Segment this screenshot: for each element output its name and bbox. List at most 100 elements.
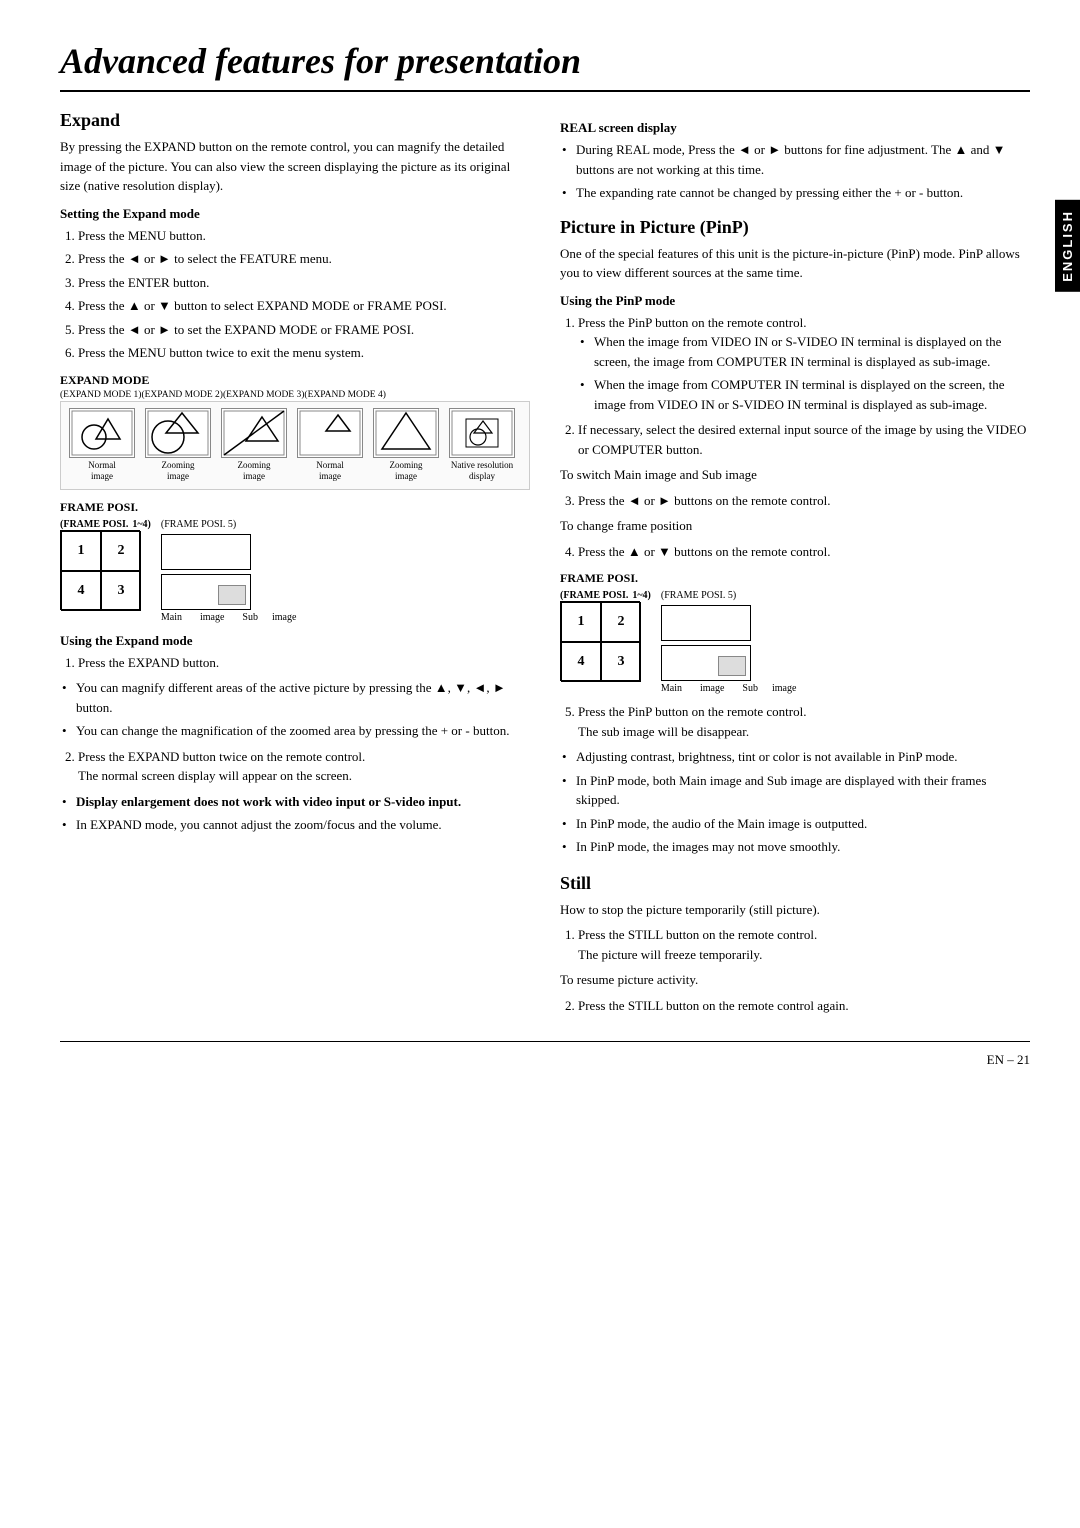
- fp-sublabels: (FRAME POSI. 1~4): [60, 519, 151, 530]
- change-frame-step: Press the ▲ or ▼ buttons on the remote c…: [578, 542, 1030, 562]
- step-3: Press the ENTER button.: [78, 273, 530, 293]
- expand-intro: By pressing the EXPAND button on the rem…: [60, 137, 530, 196]
- pinp-title: Picture in Picture (PinP): [560, 217, 1030, 238]
- using-bullet-2: You can change the magnification of the …: [60, 721, 530, 741]
- page-title: Advanced features for presentation: [60, 40, 1030, 92]
- frame-posi-layout-pinp: (FRAME POSI. 1~4) 1 2 4 3 (FRAME PO: [560, 590, 1030, 694]
- expand-mode-diagram: EXPAND MODE (EXPAND MODE 1) (EXPAND MODE…: [60, 373, 530, 490]
- pinp-end-bullet-1: Adjusting contrast, brightness, tint or …: [560, 747, 1030, 767]
- mode-5-caption: Zooming image: [390, 460, 423, 483]
- fp-sub-row-pinp: [661, 645, 797, 681]
- setting-expand-title: Setting the Expand mode: [60, 206, 530, 222]
- mode-1-svg: [70, 409, 134, 457]
- using-step-1: Press the EXPAND button.: [78, 653, 530, 673]
- frame-cell-2: 2: [101, 531, 141, 571]
- real-screen-title: REAL screen display: [560, 120, 1030, 136]
- expand-mode-2: Zooming image: [143, 408, 213, 483]
- using-steps: Press the EXPAND button.: [78, 653, 530, 673]
- mode-1-caption: Normal image: [88, 460, 116, 483]
- fp-sub-small: [218, 585, 246, 605]
- fp-captions-pinp: Main image Sub image: [661, 683, 797, 694]
- expand-mode-6: Native resolution display: [447, 408, 517, 483]
- pinp-step-1: Press the PinP button on the remote cont…: [578, 313, 1030, 415]
- mode-3-svg: [222, 409, 286, 457]
- fp-right-boxes-pinp: [661, 605, 797, 681]
- still-title: Still: [560, 873, 1030, 894]
- mode-5-svg: [374, 409, 438, 457]
- mode-3-caption: Zooming image: [238, 460, 271, 483]
- real-screen-bullets: During REAL mode, Press the ◄ or ► butto…: [560, 140, 1030, 203]
- pinp-bullet-1: When the image from VIDEO IN or S-VIDEO …: [578, 332, 1030, 371]
- still-steps: Press the STILL button on the remote con…: [578, 925, 1030, 964]
- pinp-section: Picture in Picture (PinP) One of the spe…: [560, 217, 1030, 857]
- real-bullet-2: The expanding rate cannot be changed by …: [560, 183, 1030, 203]
- pinp-steps: Press the PinP button on the remote cont…: [578, 313, 1030, 460]
- pinp-frame-cell-4: 4: [561, 642, 601, 682]
- using-step-2: Press the EXPAND button twice on the rem…: [78, 747, 530, 786]
- frame-cell-1: 1: [61, 531, 101, 571]
- using-bullet-1: You can magnify different areas of the a…: [60, 678, 530, 717]
- frame-grid-left: 1 2 4 3: [60, 530, 140, 610]
- expand-mode-4: Normal image: [295, 408, 365, 483]
- page: Advanced features for presentation Expan…: [0, 0, 1080, 1528]
- using-expand-title: Using the Expand mode: [60, 633, 530, 649]
- fp-sub-box-pinp: [661, 645, 751, 681]
- frame-posi-label-pinp: FRAME POSI.: [560, 571, 1030, 586]
- still-intro: How to stop the picture temporarily (sti…: [560, 900, 1030, 920]
- mode-6-svg: [450, 409, 514, 457]
- mode-2-box: [145, 408, 211, 458]
- mode-3-box: [221, 408, 287, 458]
- fp-right-pinp: (FRAME POSI. 5): [661, 590, 797, 694]
- fp-sublabel3: (FRAME POSI. 5): [161, 519, 297, 530]
- pinp-bullets: When the image from VIDEO IN or S-VIDEO …: [578, 332, 1030, 414]
- frame-cell-4: 4: [61, 571, 101, 611]
- change-frame-label: To change frame position: [560, 516, 1030, 536]
- expand-mode-sub2: (EXPAND MODE 2): [141, 390, 222, 400]
- mode-6-caption: Native resolution display: [451, 460, 513, 483]
- fp-sub-row: [161, 574, 297, 610]
- pinp-step-5: Press the PinP button on the remote cont…: [578, 702, 1030, 741]
- frame-posi-layout-left: (FRAME POSI. 1~4) 1 2 4 3 (FRAME PO: [60, 519, 530, 623]
- warning-bullet-1: Display enlargement does not work with v…: [60, 792, 530, 812]
- pinp-end-bullet-4: In PinP mode, the images may not move sm…: [560, 837, 1030, 857]
- sidebar-english: ENGLISH: [1055, 200, 1080, 292]
- expand-mode-label: EXPAND MODE: [60, 373, 530, 388]
- mode-2-svg: [146, 409, 210, 457]
- change-frame-step-4: Press the ▲ or ▼ buttons on the remote c…: [578, 542, 1030, 562]
- real-bullet-1: During REAL mode, Press the ◄ or ► butto…: [560, 140, 1030, 179]
- resume-label: To resume picture activity.: [560, 970, 1030, 990]
- fp-right-boxes: [161, 534, 297, 610]
- mode-5-box: [373, 408, 439, 458]
- pinp-end-bullet-3: In PinP mode, the audio of the Main imag…: [560, 814, 1030, 834]
- still-step2: Press the STILL button on the remote con…: [578, 996, 1030, 1016]
- frame-posi-diagram-left: FRAME POSI. (FRAME POSI. 1~4) 1 2 4: [60, 500, 530, 623]
- fp-left-pinp: (FRAME POSI. 1~4) 1 2 4 3: [560, 590, 651, 681]
- pinp-bullet-2: When the image from COMPUTER IN terminal…: [578, 375, 1030, 414]
- bold-warning: Display enlargement does not work with v…: [76, 794, 461, 809]
- left-column: Expand By pressing the EXPAND button on …: [60, 110, 530, 1021]
- warning-bullet-2: In EXPAND mode, you cannot adjust the zo…: [60, 815, 530, 835]
- using-step2: Press the EXPAND button twice on the rem…: [78, 747, 530, 786]
- expand-section: Expand By pressing the EXPAND button on …: [60, 110, 530, 835]
- step-5: Press the ◄ or ► to set the EXPAND MODE …: [78, 320, 530, 340]
- using-bullets: You can magnify different areas of the a…: [60, 678, 530, 741]
- real-screen-section: REAL screen display During REAL mode, Pr…: [560, 120, 1030, 203]
- still-step-2: Press the STILL button on the remote con…: [578, 996, 1030, 1016]
- pinp-step5: Press the PinP button on the remote cont…: [578, 702, 1030, 741]
- expand-modes-row: Normal image: [60, 401, 530, 490]
- still-section: Still How to stop the picture temporaril…: [560, 873, 1030, 1016]
- page-number: EN – 21: [987, 1052, 1030, 1068]
- pinp-frame-cell-3: 3: [601, 642, 641, 682]
- pinp-intro: One of the special features of this unit…: [560, 244, 1030, 283]
- expand-mode-3: Zooming image: [219, 408, 289, 483]
- pinp-step-2: If necessary, select the desired externa…: [578, 420, 1030, 459]
- still-step-1: Press the STILL button on the remote con…: [578, 925, 1030, 964]
- mode-4-box: [297, 408, 363, 458]
- frame-cell-3: 3: [101, 571, 141, 611]
- mode-1-box: [69, 408, 135, 458]
- expand-mode-5: Zooming image: [371, 408, 441, 483]
- pinp-end-bullets: Adjusting contrast, brightness, tint or …: [560, 747, 1030, 857]
- frame-posi-diagram-pinp: FRAME POSI. (FRAME POSI. 1~4) 1 2 4: [560, 571, 1030, 694]
- fp-right: (FRAME POSI. 5): [161, 519, 297, 623]
- two-column-layout: Expand By pressing the EXPAND button on …: [60, 110, 1030, 1021]
